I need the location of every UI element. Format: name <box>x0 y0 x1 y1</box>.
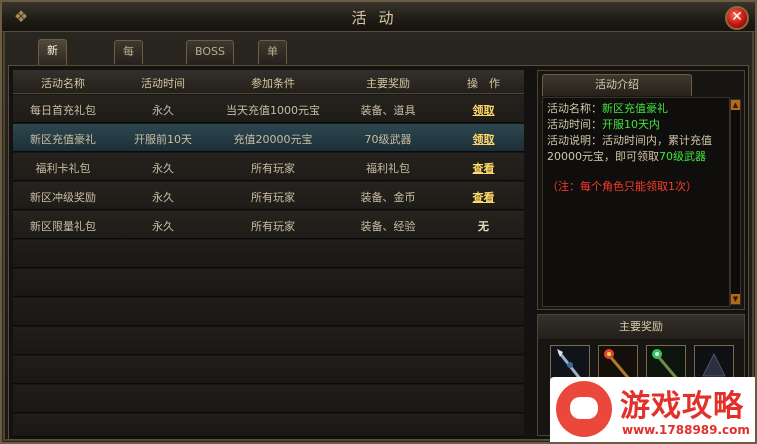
table-row[interactable]: 福利卡礼包 永久 所有玩家 福利礼包 查看 <box>13 153 524 181</box>
column-header-action: 操 作 <box>467 77 500 90</box>
empty-row <box>13 356 524 384</box>
intro-time-line: 活动时间：开服10天内 <box>547 117 725 133</box>
table-row[interactable]: 新区限量礼包 永久 所有玩家 装备、经验 无 <box>13 211 524 239</box>
intro-name-label: 活动名称： <box>547 102 602 115</box>
cell-reward: 装备、金币 <box>360 191 416 204</box>
cell-time: 永久 <box>152 191 174 204</box>
activity-table: 活动名称 活动时间 参加条件 主要奖励 操 作 每日首充礼包 永久 当天充值10… <box>13 70 524 437</box>
table-header: 活动名称 活动时间 参加条件 主要奖励 操 作 <box>13 70 524 94</box>
cell-name: 福利卡礼包 <box>35 162 91 175</box>
intro-text: 活动名称：新区充值豪礼 活动时间：开服10天内 活动说明：活动时间内，累计充值 … <box>542 97 730 307</box>
activity-window: ❖ 活动 ✕ 新区活动 每日活动 BOSS信息 单人副本 活动名称 活动时间 参… <box>0 0 757 444</box>
view-link[interactable]: 查看 <box>443 160 524 176</box>
title-bar[interactable]: ❖ 活动 ✕ <box>2 2 755 32</box>
intro-time-value: 开服10天内 <box>602 118 660 131</box>
window-title: 活动 <box>351 9 406 27</box>
cell-time: 永久 <box>152 220 174 233</box>
cell-name: 新区充值豪礼 <box>30 133 96 146</box>
column-header-name: 活动名称 <box>41 77 85 90</box>
scroll-up-icon[interactable]: ▲ <box>731 100 740 110</box>
intro-header: 活动介绍 <box>542 74 692 96</box>
empty-row <box>13 240 524 268</box>
site-watermark: 游戏攻略 www.1788989.com <box>550 377 755 442</box>
cell-reward: 装备、经验 <box>360 220 416 233</box>
intro-scrollbar[interactable]: ▲ ▼ <box>730 99 741 305</box>
gamepad-logo-icon <box>556 381 612 437</box>
tab-daily-events[interactable]: 每日活动 <box>114 40 143 124</box>
cell-name: 新区限量礼包 <box>30 220 96 233</box>
watermark-url: www.1788989.com <box>622 423 750 437</box>
intro-desc-value: 70级武器 <box>659 150 706 163</box>
cell-time: 永久 <box>152 104 174 117</box>
cell-name: 新区冲级奖励 <box>30 191 96 204</box>
intro-desc-prefix: 20000元宝，即可领取 <box>547 150 659 163</box>
cell-condition: 所有玩家 <box>251 191 295 204</box>
action-none-label: 无 <box>478 220 489 233</box>
tab-new-server-events[interactable]: 新区活动 <box>38 39 67 123</box>
cell-condition: 充值20000元宝 <box>233 133 313 146</box>
claim-link[interactable]: 领取 <box>443 102 524 118</box>
cell-time: 开服前10天 <box>134 133 192 146</box>
column-header-time: 活动时间 <box>141 77 185 90</box>
cell-reward: 装备、道具 <box>360 104 416 117</box>
cell-reward: 70级武器 <box>364 133 412 146</box>
intro-name-line: 活动名称：新区充值豪礼 <box>547 101 725 117</box>
column-header-reward: 主要奖励 <box>366 77 410 90</box>
table-row[interactable]: 每日首充礼包 永久 当天充值1000元宝 装备、道具 领取 <box>13 95 524 123</box>
claim-link[interactable]: 领取 <box>443 131 524 147</box>
column-header-condition: 参加条件 <box>251 77 295 90</box>
cell-reward: 福利礼包 <box>366 162 410 175</box>
rewards-header: 主要奖励 <box>538 315 744 339</box>
intro-desc-line2: 20000元宝，即可领取70级武器 <box>547 149 725 165</box>
scroll-down-icon[interactable]: ▼ <box>731 294 740 304</box>
cell-condition: 所有玩家 <box>251 162 295 175</box>
table-row[interactable]: 新区冲级奖励 永久 所有玩家 装备、金币 查看 <box>13 182 524 210</box>
intro-time-label: 活动时间： <box>547 118 602 131</box>
intro-name-value: 新区充值豪礼 <box>602 102 668 115</box>
empty-row <box>13 327 524 355</box>
cell-name: 每日首充礼包 <box>30 104 96 117</box>
table-row-selected[interactable]: 新区充值豪礼 开服前10天 充值20000元宝 70级武器 领取 <box>13 124 524 152</box>
close-button[interactable]: ✕ <box>725 6 749 30</box>
empty-row <box>13 269 524 297</box>
tab-boss-info[interactable]: BOSS信息 <box>186 40 234 80</box>
cell-condition: 当天充值1000元宝 <box>226 104 320 117</box>
intro-desc-line1: 活动说明：活动时间内，累计充值 <box>547 134 712 147</box>
empty-row <box>13 414 524 437</box>
tab-solo-dungeon[interactable]: 单人副本 <box>258 40 287 124</box>
gamepad-logo-inner <box>570 397 598 419</box>
empty-row <box>13 298 524 326</box>
view-link[interactable]: 查看 <box>443 189 524 205</box>
intro-note: （注：每个角色只能领取1次） <box>547 180 697 193</box>
cell-condition: 所有玩家 <box>251 220 295 233</box>
cell-time: 永久 <box>152 162 174 175</box>
watermark-title: 游戏攻略 <box>620 389 744 424</box>
activity-intro-panel: 活动介绍 活动名称：新区充值豪礼 活动时间：开服10天内 活动说明：活动时间内，… <box>537 70 745 310</box>
empty-row <box>13 385 524 413</box>
